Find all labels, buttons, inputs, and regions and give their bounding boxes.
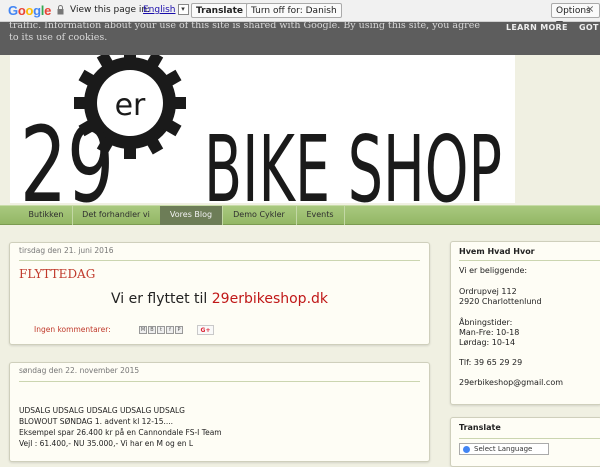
post-date: søndag den 22. november 2015 xyxy=(19,366,140,375)
widget-title: Hvem Hvad Hvor xyxy=(459,247,535,256)
got-it-button[interactable]: GOT xyxy=(579,22,599,34)
email-share-icon[interactable]: M xyxy=(139,326,147,334)
view-page-in-label: View this page in: xyxy=(70,5,151,15)
facebook-share-icon[interactable]: f xyxy=(166,326,174,334)
email-address[interactable]: 29erbikeshop@gmail.com xyxy=(459,378,563,387)
post-message-link[interactable]: 29erbikeshop.dk xyxy=(212,291,328,307)
language-select-value: English xyxy=(143,5,176,15)
main-nav: Butikken Det forhandler vi Vores Blog De… xyxy=(0,205,600,225)
google-logo-letter: G xyxy=(8,3,18,18)
hours-weekday: Man-Fre: 10-18 xyxy=(459,328,520,337)
tab-det-forhandler-vi[interactable]: Det forhandler vi xyxy=(72,206,161,225)
post-message-text: Vi er flyttet til xyxy=(110,291,212,307)
comments-link[interactable]: Ingen kommentarer: xyxy=(34,325,111,334)
post-body: UDSALG UDSALG UDSALG UDSALG UDSALG BLOWO… xyxy=(19,405,222,449)
post-message: Vi er flyttet til 29erbikeshop.dk xyxy=(10,291,429,307)
close-icon[interactable]: × xyxy=(586,4,594,15)
google-logo-letter: e xyxy=(44,3,52,18)
cookie-notice: traffic. Information about your use of t… xyxy=(0,22,600,55)
cookie-text: traffic. Information about your use of t… xyxy=(9,22,480,43)
phone-number: Tlf: 39 65 29 29 xyxy=(459,358,523,367)
location-label: Vi er beliggende: xyxy=(459,266,528,275)
shop-logo: er 29 BIKE SHOP xyxy=(20,55,502,203)
google-translate-bar: Google View this page in: English ▾ Trans… xyxy=(0,0,600,30)
widget-divider xyxy=(459,438,600,439)
hours-label: Åbningstider: xyxy=(459,318,513,327)
blog-post: tirsdag den 21. juni 2016 FLYTTEDAG Vi e… xyxy=(9,242,430,345)
blog-share-icon[interactable]: B xyxy=(148,326,156,334)
logo-superscript: er xyxy=(115,88,146,123)
tab-events[interactable]: Events xyxy=(296,206,345,225)
post-body-line: Eksempel spar 26.400 kr på en Cannondale… xyxy=(19,428,222,437)
tab-demo-cykler[interactable]: Demo Cykler xyxy=(222,206,297,225)
post-divider xyxy=(19,260,420,261)
post-divider xyxy=(19,381,420,382)
translate-widget: Translate Select Language xyxy=(450,417,600,467)
tab-butikken[interactable]: Butikken xyxy=(20,206,73,225)
learn-more-link[interactable]: LEARN MORE xyxy=(506,22,568,34)
translate-select-label: Select Language xyxy=(474,445,533,453)
lock-icon xyxy=(57,5,64,15)
address-street: Ordrupvej 112 xyxy=(459,287,517,296)
chevron-down-icon: ▾ xyxy=(177,4,189,15)
twitter-share-icon[interactable]: t xyxy=(157,326,165,334)
tab-vores-blog[interactable]: Vores Blog xyxy=(160,206,223,225)
blog-post: søndag den 22. november 2015 UDSALG UDSA… xyxy=(9,362,430,462)
widget-title: Translate xyxy=(459,423,501,432)
post-body-line: Vejl : 61.400,- NU 35.000,- Vi har en M … xyxy=(19,439,194,448)
shop-banner: er 29 BIKE SHOP xyxy=(10,55,515,203)
widget-divider xyxy=(459,260,600,261)
language-select[interactable]: English ▾ xyxy=(143,4,189,17)
google-logo-letter: g xyxy=(33,3,41,18)
google-plus-button[interactable]: G+ xyxy=(197,325,214,335)
google-logo: Google xyxy=(8,3,51,18)
info-widget: Hvem Hvad Hvor Vi er beliggende: Ordrupv… xyxy=(450,241,600,405)
hours-saturday: Lørdag: 10-14 xyxy=(459,338,516,347)
post-body-line: UDSALG UDSALG UDSALG UDSALG UDSALG xyxy=(19,406,185,415)
logo-number: 29 xyxy=(20,106,114,203)
google-logo-letter: o xyxy=(25,3,34,18)
pinterest-share-icon[interactable]: P xyxy=(175,326,183,334)
translate-button[interactable]: Translate xyxy=(191,3,248,18)
post-date: tirsdag den 21. juni 2016 xyxy=(19,246,114,255)
turn-off-button[interactable]: Turn off for: Danish xyxy=(246,3,342,18)
translate-language-select[interactable]: Select Language xyxy=(459,443,549,455)
address-city: 2920 Charlottenlund xyxy=(459,297,542,306)
post-title[interactable]: FLYTTEDAG xyxy=(19,267,95,281)
logo-bike-shop: BIKE SHOP xyxy=(204,116,502,203)
post-body-line: BLOWOUT SØNDAG 1. advent kl 12-15.... xyxy=(19,417,174,426)
